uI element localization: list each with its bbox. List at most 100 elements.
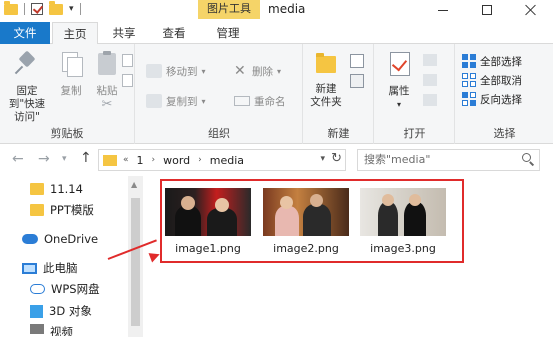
scroll-up-icon[interactable]: ▲: [131, 180, 137, 189]
quick-access-toolbar: ▾: [4, 0, 81, 15]
image-thumbnail: [165, 188, 251, 236]
rename-icon: [234, 96, 250, 106]
properties-checkbox-icon[interactable]: [31, 3, 43, 15]
copy-button[interactable]: 复制: [56, 50, 86, 98]
pin-to-quick-access-button[interactable]: 固定到"快速访问": [4, 50, 50, 124]
nav-scrollbar[interactable]: ▲: [128, 176, 143, 337]
tab-home[interactable]: 主页: [52, 22, 98, 45]
wps-cloud-icon: [30, 284, 45, 294]
new-folder-icon: [313, 50, 339, 76]
nav-item-3d-objects[interactable]: 3D 对象: [30, 301, 92, 321]
nav-item-videos[interactable]: 视频: [30, 324, 73, 336]
tab-manage[interactable]: 管理: [204, 22, 252, 44]
new-item-icon[interactable]: [350, 54, 364, 68]
thumbnail-figure: [404, 202, 426, 236]
nav-item-ppt-templates[interactable]: PPT模版: [30, 200, 94, 220]
search-icon: [522, 153, 533, 164]
thumbnail-figure-head: [382, 194, 394, 206]
cut-icon[interactable]: ✂: [92, 98, 122, 111]
up-arrow-icon[interactable]: ↑: [80, 150, 92, 166]
select-group: 全部选择 全部取消 反向选择 选择: [456, 44, 553, 144]
pin-icon: [14, 50, 40, 78]
breadcrumb-separator-icon[interactable]: ›: [198, 155, 202, 165]
move-to-button[interactable]: 移动到 ▾: [146, 62, 206, 80]
back-arrow-icon[interactable]: ←: [12, 151, 24, 167]
paste-icon: [94, 50, 120, 78]
chevron-down-icon: ▾: [201, 66, 206, 76]
breadcrumb-item[interactable]: word: [163, 154, 190, 167]
new-folder-icon[interactable]: [49, 0, 63, 15]
history-icon[interactable]: [423, 94, 437, 106]
move-to-icon: [146, 64, 162, 78]
title-bar: ▾ 图片工具 media: [0, 0, 553, 22]
thumbnail-figure: [303, 204, 331, 236]
new-folder-label: 新建 文件夹: [310, 83, 342, 108]
file-item-image3[interactable]: image3.png: [360, 188, 446, 255]
tab-view[interactable]: 查看: [152, 22, 196, 44]
breadcrumb-item[interactable]: 1: [137, 154, 144, 167]
ribbon-tabs: 文件 主页 共享 查看 管理: [0, 22, 553, 45]
invert-selection-button[interactable]: 反向选择: [462, 90, 522, 108]
forward-arrow-icon[interactable]: →: [38, 151, 50, 167]
refresh-icon[interactable]: ↻: [331, 151, 342, 166]
window-controls: [421, 0, 553, 20]
close-button[interactable]: [509, 0, 553, 20]
new-folder-button[interactable]: 新建 文件夹: [306, 50, 346, 109]
scroll-thumb[interactable]: [131, 198, 140, 326]
delete-button[interactable]: ✕ 删除 ▾: [234, 62, 281, 80]
properties-icon: [386, 50, 412, 78]
search-input[interactable]: 搜索"media": [357, 149, 540, 171]
chevron-down-icon: ▾: [396, 100, 401, 109]
rename-button[interactable]: 重命名: [234, 92, 286, 110]
breadcrumb-overflow-icon[interactable]: «: [123, 155, 129, 165]
select-group-label: 选择: [493, 127, 516, 140]
address-bar[interactable]: « 1 › word › media ▾ ↻: [98, 149, 346, 171]
thumbnail-figure: [175, 206, 201, 236]
file-item-image2[interactable]: image2.png: [263, 188, 349, 255]
copy-to-button[interactable]: 复制到 ▾: [146, 92, 206, 110]
edit-icon[interactable]: [423, 74, 437, 86]
paste-button[interactable]: 粘贴 ✂: [92, 50, 122, 111]
open-icon[interactable]: [423, 54, 437, 66]
thumbnail-figure: [275, 206, 299, 236]
search-placeholder: 搜索"media": [364, 153, 431, 166]
copy-path-icon[interactable]: [122, 54, 133, 67]
open-group: 属性 ▾ 打开: [375, 44, 455, 144]
video-icon: [30, 324, 44, 334]
customize-dropdown-icon[interactable]: ▾: [69, 4, 74, 14]
paste-shortcut-icon[interactable]: [122, 74, 133, 87]
copy-label: 复制: [60, 85, 82, 97]
recent-locations-dropdown-icon[interactable]: ▾: [62, 154, 67, 164]
properties-label: 属性: [388, 85, 410, 97]
thumbnail-figure-head: [409, 194, 421, 206]
select-all-button[interactable]: 全部选择: [462, 52, 522, 70]
invert-selection-icon: [462, 92, 476, 106]
nav-item-label: 3D 对象: [49, 304, 92, 318]
maximize-button[interactable]: [465, 0, 509, 20]
nav-item-this-pc[interactable]: 此电脑: [22, 258, 78, 278]
minimize-button[interactable]: [421, 0, 465, 20]
thumbnail-figure: [378, 202, 398, 236]
maximize-icon: [482, 5, 492, 15]
nav-item-label: OneDrive: [44, 232, 99, 246]
select-none-button[interactable]: 全部取消: [462, 71, 522, 89]
divider: [79, 3, 81, 15]
clipboard-group: 固定到"快速访问" 复制 粘贴 ✂ 剪贴板: [0, 44, 135, 144]
nav-item-wps-cloud[interactable]: WPS网盘: [30, 279, 100, 299]
tab-file[interactable]: 文件: [0, 22, 50, 44]
breadcrumb-separator-icon[interactable]: ›: [152, 155, 156, 165]
address-dropdown-icon[interactable]: ▾: [320, 154, 325, 164]
cloud-icon: [22, 234, 38, 244]
nav-item-11-14[interactable]: 11.14: [30, 179, 83, 199]
easy-access-icon[interactable]: [350, 74, 364, 88]
properties-button[interactable]: 属性 ▾: [381, 50, 417, 111]
nav-item-onedrive[interactable]: OneDrive: [22, 229, 98, 249]
folder-icon[interactable]: [4, 0, 18, 15]
clipboard-group-label: 剪贴板: [50, 127, 84, 140]
breadcrumb-item[interactable]: media: [210, 154, 244, 167]
image-thumbnail: [360, 188, 446, 236]
tab-share[interactable]: 共享: [102, 22, 146, 44]
close-icon: [525, 4, 537, 16]
file-item-image1[interactable]: image1.png: [165, 188, 251, 255]
3d-object-icon: [30, 304, 43, 318]
